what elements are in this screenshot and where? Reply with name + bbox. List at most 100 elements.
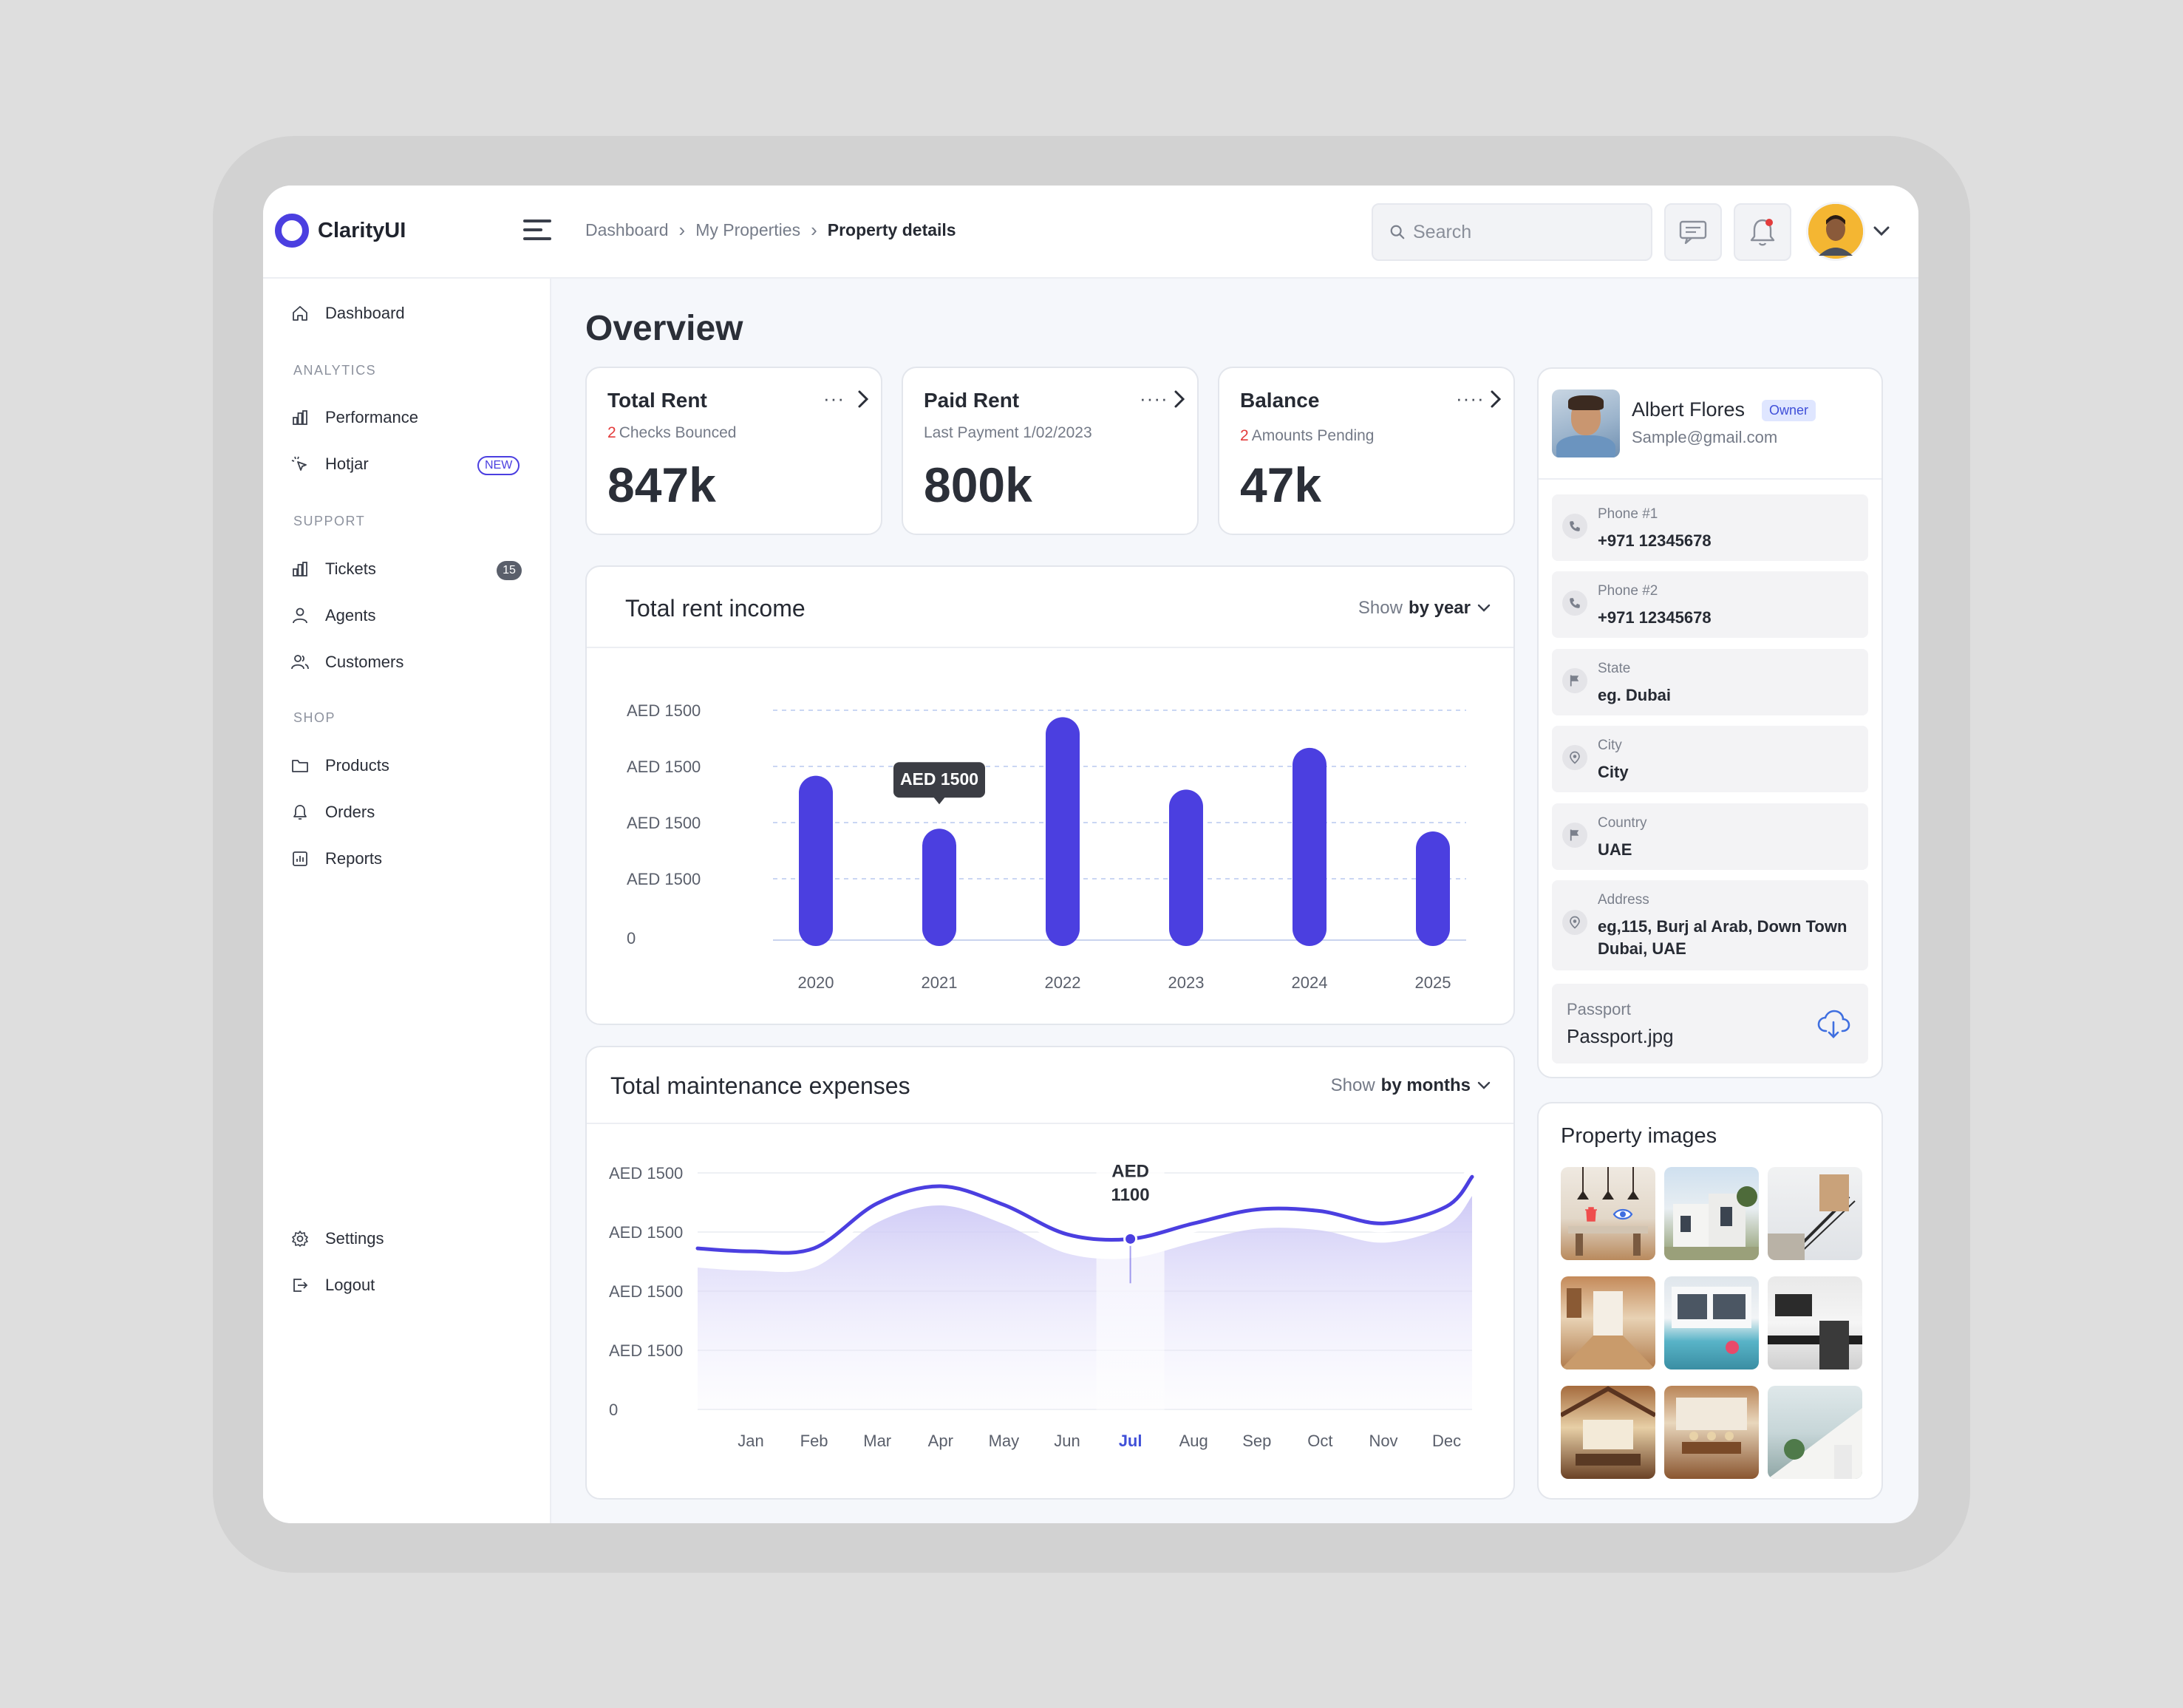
owner-role-badge: Owner	[1762, 400, 1816, 421]
sidebar-item-tickets[interactable]: Tickets	[291, 559, 376, 579]
app-logo[interactable]: ClarityUI	[275, 214, 406, 248]
notifications-button[interactable]	[1734, 203, 1791, 261]
stat-title: Paid Rent	[924, 389, 1020, 412]
stat-card-paid-rent[interactable]: Paid Rent ···· Last Payment 1/02/2023 80…	[902, 367, 1199, 535]
stat-card-total-rent[interactable]: Total Rent ··· 2 Checks Bounced 847k	[585, 367, 882, 535]
logout-icon	[293, 1279, 308, 1292]
card-header: Total rent income Show by year	[587, 567, 1513, 648]
sidebar-item-customers[interactable]: Customers	[291, 653, 403, 672]
x-tick-label: Oct	[1307, 1432, 1332, 1450]
breadcrumb-my-properties[interactable]: My Properties	[695, 220, 800, 240]
stat-subtitle: Last Payment 1/02/2023	[924, 424, 1092, 441]
card-header: Total maintenance expenses Show by months	[587, 1047, 1513, 1124]
bar	[1169, 789, 1203, 946]
property-image-5[interactable]	[1664, 1276, 1759, 1370]
y-tick-label: AED 1500	[627, 870, 701, 888]
field-state: State eg. Dubai	[1552, 649, 1868, 715]
stat-subtitle: 2 Amounts Pending	[1240, 427, 1375, 444]
bar	[1046, 717, 1080, 946]
user-icon	[293, 608, 307, 624]
stat-subtitle: 2 Checks Bounced	[607, 424, 737, 441]
owner-photo	[1552, 389, 1620, 457]
bar	[922, 829, 956, 946]
bar	[1293, 747, 1327, 946]
menu-toggle-icon[interactable]	[523, 220, 551, 243]
property-image-9[interactable]	[1768, 1386, 1862, 1479]
y-tick-label: AED 1500	[609, 1164, 683, 1183]
sidebar-item-agents[interactable]: Agents	[291, 606, 376, 625]
eye-icon[interactable]	[1612, 1207, 1633, 1222]
bell-icon	[293, 805, 307, 820]
chevron-down-icon	[1873, 226, 1890, 237]
home-icon	[293, 306, 307, 321]
property-images-card: Property images	[1537, 1102, 1883, 1500]
period-dropdown[interactable]: Show by months	[1331, 1075, 1491, 1096]
report-icon	[293, 851, 307, 866]
more-icon[interactable]: ····	[1456, 387, 1485, 410]
card-title: Property images	[1561, 1124, 1717, 1148]
flag-icon	[1562, 668, 1587, 693]
property-image-8[interactable]	[1664, 1386, 1759, 1479]
property-image-3[interactable]	[1768, 1167, 1862, 1260]
stat-card-balance[interactable]: Balance ···· 2 Amounts Pending 47k	[1218, 367, 1515, 535]
more-icon[interactable]: ···	[823, 387, 845, 410]
sidebar-item-reports[interactable]: Reports	[291, 849, 382, 868]
active-point	[1123, 1231, 1138, 1246]
owner-name: Albert Flores	[1632, 398, 1746, 421]
y-tick-label: AED 1500	[609, 1341, 683, 1360]
field-address: Address eg,115, Burj al Arab, Down Town …	[1552, 880, 1868, 970]
x-tick-label: 2025	[1415, 973, 1451, 992]
sidebar-item-hotjar[interactable]: Hotjar	[291, 455, 369, 474]
chevron-right-icon[interactable]	[854, 389, 872, 409]
passport-file: Passport Passport.jpg	[1552, 984, 1868, 1064]
property-image-4[interactable]	[1561, 1276, 1655, 1370]
breadcrumb: Dashboard › My Properties › Property det…	[585, 219, 956, 242]
sidebar-item-products[interactable]: Products	[291, 756, 389, 775]
search-input[interactable]	[1413, 221, 1635, 243]
chat-icon	[1679, 220, 1707, 245]
sidebar-item-dashboard[interactable]: Dashboard	[291, 304, 405, 323]
chevron-right-icon: ›	[678, 219, 686, 241]
sidebar-item-logout[interactable]: Logout	[291, 1276, 375, 1295]
x-tick-label: 2024	[1292, 973, 1328, 992]
delete-icon[interactable]	[1583, 1205, 1599, 1223]
sidebar-item-label: Settings	[325, 1229, 384, 1248]
breadcrumb-dashboard[interactable]: Dashboard	[585, 220, 669, 240]
property-image-7[interactable]	[1561, 1386, 1655, 1479]
cloud-download-icon[interactable]	[1816, 1009, 1850, 1040]
y-tick-label: AED 1500	[627, 814, 701, 832]
tooltip-value: 1100	[1111, 1185, 1150, 1205]
tooltip-pointer	[933, 797, 945, 805]
x-tick-label: Feb	[800, 1432, 828, 1450]
period-dropdown[interactable]: Show by year	[1358, 598, 1491, 619]
x-tick-label: Apr	[928, 1432, 953, 1450]
phone-icon	[1562, 514, 1587, 539]
sidebar-item-settings[interactable]: Settings	[291, 1229, 384, 1248]
x-tick-label: 2023	[1168, 973, 1205, 992]
x-tick-label: Aug	[1179, 1432, 1208, 1450]
breadcrumb-current: Property details	[827, 220, 956, 239]
tooltip-label: AED	[1111, 1161, 1149, 1181]
y-tick-label: AED 1500	[627, 701, 701, 720]
location-icon	[1562, 910, 1587, 935]
y-tick-label: 0	[627, 929, 636, 947]
chevron-right-icon: ›	[811, 219, 817, 241]
messages-button[interactable]	[1664, 203, 1722, 261]
chevron-right-icon[interactable]	[1171, 389, 1188, 409]
sidebar-item-performance[interactable]: Performance	[291, 408, 418, 427]
app-name: ClarityUI	[318, 218, 406, 242]
x-tick-label: 2021	[922, 973, 958, 992]
user-menu[interactable]	[1806, 202, 1890, 261]
chevron-down-icon	[1477, 604, 1491, 612]
section-support: SUPPORT	[293, 514, 366, 528]
bar	[1416, 831, 1450, 946]
property-image-6[interactable]	[1768, 1276, 1862, 1370]
property-image-2[interactable]	[1664, 1167, 1759, 1260]
sidebar-item-orders[interactable]: Orders	[291, 803, 375, 822]
sidebar-item-label: Tickets	[325, 559, 376, 578]
property-image-1[interactable]	[1561, 1167, 1655, 1260]
chevron-right-icon[interactable]	[1487, 389, 1505, 409]
x-tick-label: Jun	[1054, 1432, 1080, 1450]
sidebar-item-label: Dashboard	[325, 304, 405, 322]
more-icon[interactable]: ····	[1140, 387, 1168, 410]
